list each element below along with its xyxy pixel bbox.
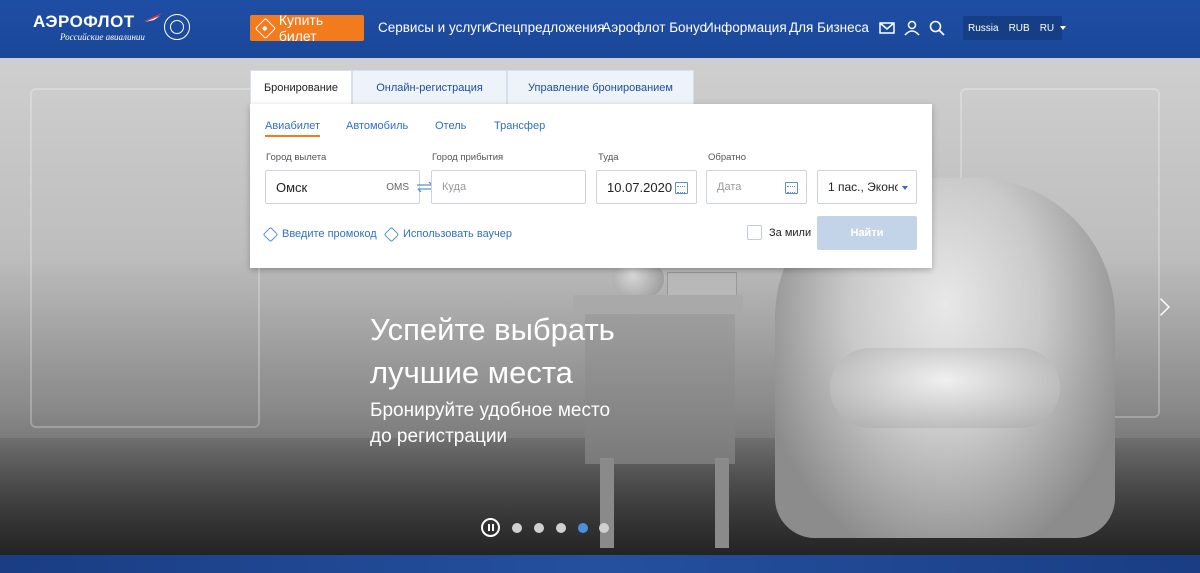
locale-country[interactable]: Russia (963, 16, 1004, 40)
buy-ticket-button[interactable]: Купить билет (250, 12, 364, 44)
miles-label: За мили (769, 227, 812, 239)
tab-online-checkin[interactable]: Онлайн-регистрация (352, 70, 507, 104)
hero-sub-line2: до регистрации (370, 426, 508, 447)
find-button[interactable]: Найти (817, 216, 917, 250)
depart-date-field[interactable]: 10.07.2020 (596, 170, 697, 204)
tag-icon (262, 226, 279, 242)
logo-name: АЭРОФЛОТ (33, 12, 135, 31)
tag-icon (383, 226, 400, 242)
nav-business[interactable]: Для Бизнеса (789, 20, 869, 35)
subtab-transfer[interactable]: Трансфер (494, 120, 545, 132)
side-table-leg (600, 458, 614, 548)
locale-language[interactable]: RU (1035, 16, 1071, 40)
site-header: АЭРОФЛОТ Российские авиалинии Купить бил… (0, 0, 1200, 58)
passengers-select[interactable]: 1 пас., Эконо (817, 170, 917, 204)
booking-widget: Бронирование Онлайн-регистрация Управлен… (250, 70, 932, 268)
tab-booking[interactable]: Бронирование (250, 70, 352, 104)
return-placeholder: Дата (717, 181, 742, 193)
calendar-icon[interactable] (785, 182, 798, 194)
subtab-flight[interactable]: Авиабилет (265, 120, 321, 137)
subtab-hotel[interactable]: Отель (435, 120, 466, 132)
nav-bonus[interactable]: Аэрофлот Бонус (602, 20, 706, 35)
calendar-icon[interactable] (675, 182, 688, 194)
logo-subtitle: Российские авиалинии (60, 32, 145, 42)
from-value: Омск (276, 179, 308, 195)
slide-dot-active[interactable] (578, 523, 588, 533)
ticket-icon (254, 17, 276, 39)
pause-icon[interactable] (481, 518, 500, 537)
slide-dot[interactable] (556, 523, 566, 533)
booking-panel: Авиабилет Автомобиль Отель Трансфер Горо… (250, 104, 932, 268)
slide-dot[interactable] (599, 523, 609, 533)
tab-manage-booking[interactable]: Управление бронированием (507, 70, 694, 104)
depart-label: Туда (598, 152, 619, 163)
bottom-band (0, 555, 1200, 573)
promo-label: Введите промокод (282, 228, 377, 240)
subtab-car[interactable]: Автомобиль (346, 120, 408, 132)
nav-special-offers[interactable]: Спецпредложения (488, 20, 604, 35)
wall-molding (30, 88, 260, 428)
user-icon[interactable] (903, 19, 921, 37)
return-date-field[interactable]: Дата (706, 170, 807, 204)
to-placeholder: Куда (442, 181, 467, 193)
search-icon[interactable] (928, 19, 946, 37)
slide-dot[interactable] (534, 523, 544, 533)
booking-tabs: Бронирование Онлайн-регистрация Управлен… (250, 70, 694, 104)
to-field[interactable]: Куда (431, 170, 586, 204)
locale-selector[interactable]: Russia RUB RU (963, 16, 1067, 40)
depart-value: 10.07.2020 (607, 179, 673, 195)
hero-sub-line1: Бронируйте удобное место (370, 400, 611, 421)
hero-subtitle: Бронируйте удобное место до регистрации (370, 398, 690, 450)
nav-services[interactable]: Сервисы и услуги (378, 20, 489, 35)
buy-ticket-label: Купить билет (278, 12, 324, 44)
locale-language-label: RU (1039, 22, 1055, 34)
passengers-value: 1 пас., Эконо (828, 180, 898, 194)
skyteam-inner-icon (170, 20, 184, 34)
promo-code-link[interactable]: Введите промокод (262, 226, 377, 242)
from-label: Город вылета (266, 152, 327, 163)
voucher-link[interactable]: Использовать ваучер (383, 226, 513, 242)
books-image (667, 272, 737, 296)
miles-checkbox[interactable] (747, 225, 762, 240)
chevron-down-icon (1060, 26, 1067, 30)
from-field[interactable]: Омск OMS (265, 170, 420, 204)
hero-title: Успейте выбрать лучшие места (370, 308, 690, 394)
hero-title-line1: Успейте выбрать (370, 312, 615, 347)
mail-icon[interactable] (878, 19, 896, 37)
hero-title-line2: лучшие места (370, 355, 573, 390)
side-table-leg (715, 458, 729, 548)
chevron-down-icon (902, 186, 908, 190)
voucher-label: Использовать ваучер (403, 228, 513, 240)
from-code: OMS (386, 182, 409, 193)
slide-dot[interactable] (512, 523, 522, 533)
nav-info[interactable]: Информация (704, 20, 787, 35)
to-label: Город прибытия (432, 152, 504, 163)
locale-currency[interactable]: RUB (1004, 16, 1035, 40)
wing-icon (142, 13, 162, 22)
armchair-seat (830, 348, 1060, 428)
return-label: Обратно (708, 152, 747, 163)
aeroflot-logo[interactable]: АЭРОФЛОТ Российские авиалинии (30, 10, 190, 48)
